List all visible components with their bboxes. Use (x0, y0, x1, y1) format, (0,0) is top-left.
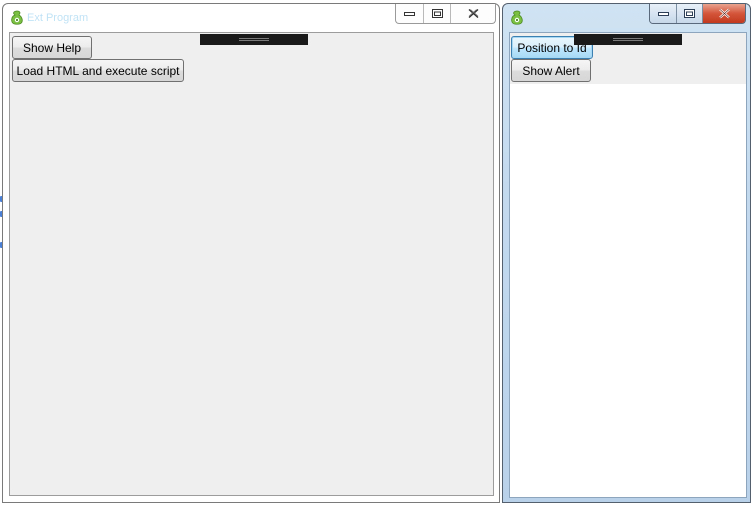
minimize-icon (657, 11, 669, 16)
close-button[interactable] (450, 4, 495, 23)
maximize-button[interactable] (676, 4, 702, 23)
drag-handle[interactable] (200, 34, 308, 45)
minimize-button[interactable] (650, 4, 676, 23)
client-area: Show Help Load HTML and execute script (9, 32, 494, 496)
client-area: Position to Id Show Alert (509, 32, 747, 498)
maximize-icon (684, 9, 695, 18)
load-html-button[interactable]: Load HTML and execute script (12, 59, 184, 82)
show-alert-button[interactable]: Show Alert (511, 59, 591, 82)
close-button[interactable] (702, 4, 745, 23)
app-icon (11, 10, 23, 25)
close-icon (468, 9, 478, 18)
grip-icon (613, 38, 643, 41)
title-bar[interactable]: Ext Program (3, 4, 499, 31)
web-content-area[interactable] (510, 84, 746, 497)
drag-handle[interactable] (574, 34, 682, 45)
grip-icon (239, 38, 269, 41)
caption-buttons (395, 4, 496, 24)
toolbar: Position to Id Show Alert (510, 33, 746, 84)
show-help-button[interactable]: Show Help (12, 36, 92, 59)
title-bar[interactable] (503, 4, 750, 31)
caption-buttons (649, 4, 746, 24)
secondary-window: Position to Id Show Alert (502, 3, 751, 503)
app-icon (511, 10, 523, 25)
minimize-icon (404, 11, 415, 16)
maximize-icon (431, 9, 443, 18)
main-window: Ext Program Show Help Load HTML and exec… (2, 3, 500, 503)
minimize-button[interactable] (396, 4, 423, 23)
close-icon (718, 8, 730, 19)
window-title: Ext Program (27, 12, 89, 24)
maximize-button[interactable] (423, 4, 450, 23)
